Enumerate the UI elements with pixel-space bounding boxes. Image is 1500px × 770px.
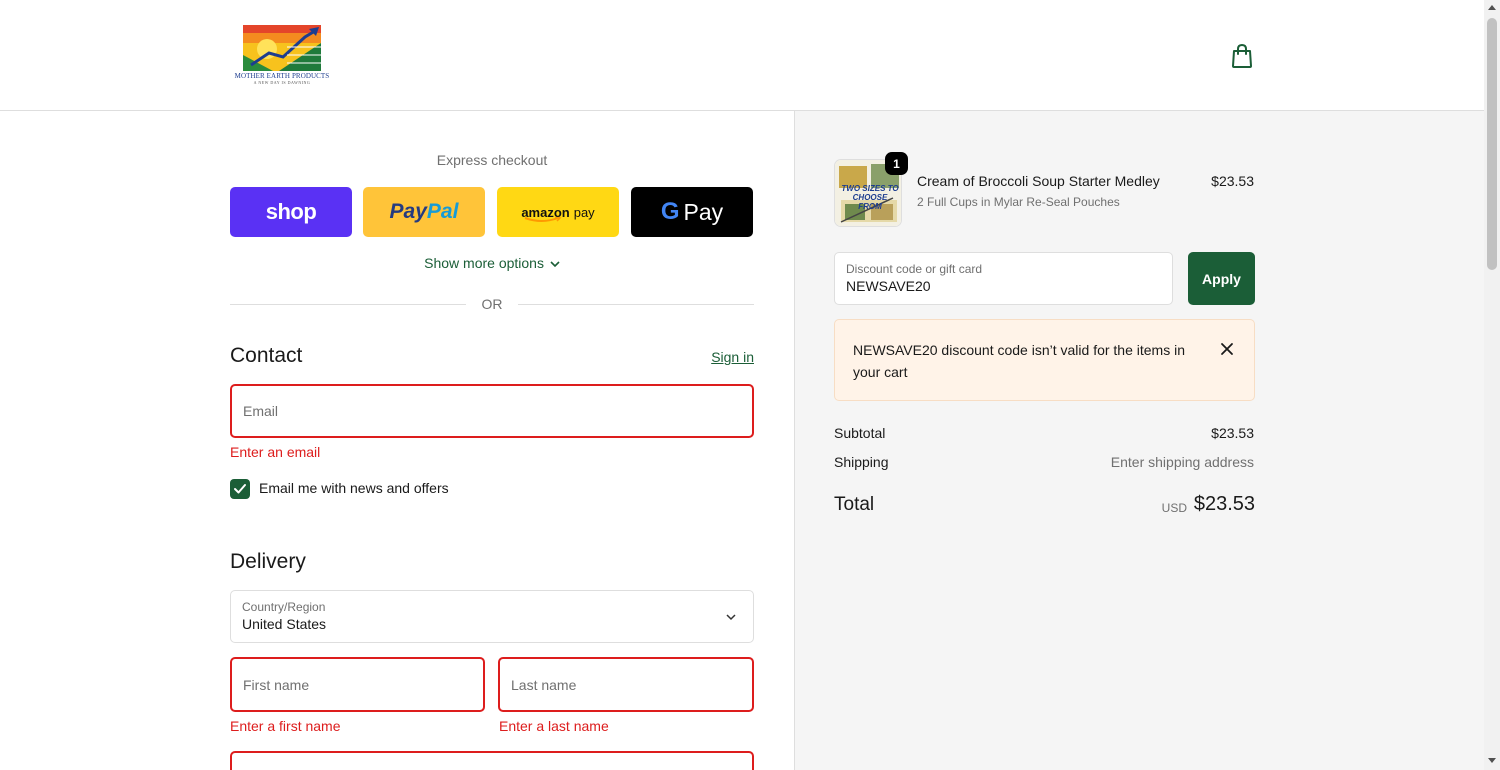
or-divider: OR bbox=[230, 296, 754, 312]
chevron-down-icon bbox=[550, 261, 560, 268]
product-image-caption: TWO SIZES TO CHOOSE FROM bbox=[841, 184, 899, 211]
subtotal-value: $23.53 bbox=[1211, 425, 1254, 441]
email-field[interactable]: Email bbox=[230, 384, 754, 438]
shop-pay-label: shop bbox=[265, 199, 317, 224]
sign-in-link[interactable]: Sign in bbox=[700, 349, 754, 365]
delivery-title: Delivery bbox=[230, 550, 306, 573]
first-name-error: Enter a first name bbox=[230, 718, 341, 734]
last-name-error: Enter a last name bbox=[499, 718, 609, 734]
email-placeholder: Email bbox=[243, 403, 279, 419]
country-label: Country/Region bbox=[242, 600, 326, 614]
logo-text: MOTHER EARTH PRODUCTS bbox=[234, 72, 330, 80]
news-offers-label: Email me with news and offers bbox=[259, 480, 449, 496]
apply-discount-button[interactable]: Apply bbox=[1188, 252, 1255, 305]
shopping-bag-icon[interactable] bbox=[1230, 43, 1254, 69]
logo-subtext: A NEW DAY IS DAWNING bbox=[253, 80, 311, 85]
scroll-up-arrow-icon[interactable] bbox=[1488, 5, 1496, 10]
paypal-label-pal: Pal bbox=[426, 200, 459, 223]
google-g-icon: G bbox=[660, 198, 680, 225]
discount-error-text: NEWSAVE20 discount code isn’t valid for … bbox=[853, 342, 1186, 380]
product-name: Cream of Broccoli Soup Starter Medley bbox=[917, 173, 1160, 189]
last-name-field[interactable]: Last name bbox=[498, 657, 754, 712]
shipping-label: Shipping bbox=[834, 454, 889, 470]
scroll-down-arrow-icon[interactable] bbox=[1488, 758, 1496, 763]
shipping-value: Enter shipping address bbox=[1110, 454, 1254, 470]
google-pay-button[interactable]: G Pay bbox=[631, 187, 753, 237]
express-checkout-title: Express checkout bbox=[436, 152, 548, 168]
chevron-down-icon bbox=[726, 614, 736, 621]
first-name-placeholder: First name bbox=[243, 676, 310, 693]
amazon-pay-label: pay bbox=[573, 204, 595, 220]
store-logo[interactable]: MOTHER EARTH PRODUCTS A NEW DAY IS DAWNI… bbox=[232, 22, 332, 86]
address-field[interactable] bbox=[230, 751, 754, 770]
country-value: United States bbox=[242, 616, 327, 632]
paypal-label-pay: Pay bbox=[389, 200, 427, 223]
amazon-pay-button[interactable]: amazon pay bbox=[497, 187, 619, 237]
show-more-options-link[interactable]: Show more options bbox=[230, 255, 754, 271]
first-name-field[interactable]: First name bbox=[230, 657, 485, 712]
amazon-smile-icon bbox=[524, 217, 562, 222]
page-scrollbar[interactable] bbox=[1484, 0, 1500, 770]
show-more-label: Show more options bbox=[424, 255, 544, 271]
country-select[interactable]: Country/Region United States bbox=[230, 590, 754, 643]
logo-sunrise-icon bbox=[243, 25, 321, 71]
or-text: OR bbox=[481, 296, 503, 312]
product-price: $23.53 bbox=[1211, 173, 1254, 189]
product-variant: 2 Full Cups in Mylar Re-Seal Pouches bbox=[917, 195, 1120, 209]
discount-code-label: Discount code or gift card bbox=[846, 262, 983, 276]
close-icon[interactable] bbox=[1218, 340, 1236, 358]
subtotal-label: Subtotal bbox=[834, 425, 886, 441]
discount-error-notice: NEWSAVE20 discount code isn’t valid for … bbox=[834, 319, 1255, 401]
total-label: Total bbox=[834, 494, 875, 515]
last-name-placeholder: Last name bbox=[511, 676, 577, 693]
header: MOTHER EARTH PRODUCTS A NEW DAY IS DAWNI… bbox=[0, 0, 1484, 111]
total-currency: USD bbox=[1161, 501, 1187, 515]
email-error: Enter an email bbox=[230, 444, 321, 460]
contact-title: Contact bbox=[230, 344, 303, 367]
google-pay-label: Pay bbox=[683, 198, 724, 225]
total-value: $23.53 bbox=[1193, 493, 1255, 515]
discount-code-value: NEWSAVE20 bbox=[846, 278, 931, 294]
discount-code-input[interactable]: Discount code or gift card NEWSAVE20 bbox=[834, 252, 1173, 305]
news-offers-checkbox[interactable] bbox=[230, 479, 250, 499]
quantity-badge: 1 bbox=[885, 152, 908, 175]
scrollbar-thumb[interactable] bbox=[1487, 18, 1497, 270]
paypal-button[interactable]: Pay Pal bbox=[363, 187, 485, 237]
checkmark-icon bbox=[234, 484, 246, 494]
shop-pay-button[interactable]: shop bbox=[230, 187, 352, 237]
